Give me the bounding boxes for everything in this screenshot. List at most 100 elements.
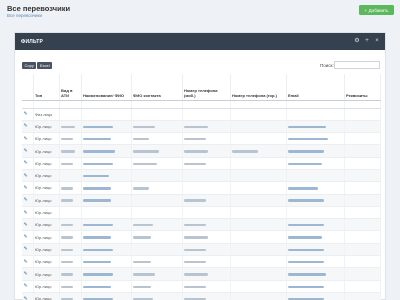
table-cell[interactable] [81,243,132,257]
column-header[interactable]: Номер телефона (гор.) [230,74,287,101]
table-cell[interactable] [81,267,132,281]
table-row[interactable]: ✎ Юр.лицо [22,218,381,232]
filter-cell[interactable] [230,100,287,109]
table-cell[interactable] [81,132,132,146]
edit-cell[interactable]: ✎ [22,267,34,281]
table-cell[interactable] [81,292,132,300]
table-row[interactable]: ✎ Физ.лицо [22,108,381,121]
table-cell[interactable] [81,230,132,244]
filter-cell[interactable] [81,100,132,109]
blurred-text [184,150,208,153]
pencil-icon[interactable]: ✎ [24,123,28,129]
edit-cell[interactable]: ✎ [22,194,34,207]
panel-header: ФИЛЬТР ⚙ + × [15,33,385,50]
filter-cell[interactable] [33,100,60,109]
table-cell[interactable] [81,218,132,232]
breadcrumb[interactable]: Все перевозчики [7,13,42,18]
blurred-text [133,162,157,165]
pencil-icon[interactable]: ✎ [24,210,28,216]
table-row[interactable]: ✎ Юр.лицо [22,255,381,269]
pencil-icon[interactable]: ✎ [24,148,28,154]
column-header[interactable]: Реквизиты [344,74,381,101]
table-cell [286,120,345,134]
pencil-icon[interactable]: ✎ [24,185,28,191]
table-cell[interactable] [81,144,132,158]
table-row[interactable]: ✎ Юр.лицо [22,292,381,300]
blurred-text [288,199,324,202]
filter-cell[interactable] [286,100,345,109]
type-cell: Юр.лицо [33,218,60,232]
table-cell[interactable] [81,157,132,170]
filter-cell[interactable] [182,100,231,109]
pencil-icon[interactable]: ✎ [24,246,28,252]
add-carrier-button[interactable]: + Добавить [359,5,394,15]
filter-cell[interactable] [131,100,183,109]
table-row[interactable]: ✎ Юр.лицо [22,280,381,293]
plus-icon[interactable]: + [364,37,370,45]
copy-button[interactable]: Copy [22,62,37,69]
table-row[interactable]: ✎ Юр.лицо [22,194,381,207]
table-row[interactable]: ✎ Юр.лицо [22,206,381,220]
pencil-icon[interactable]: ✎ [24,296,28,300]
table-cell[interactable] [81,206,132,220]
column-header[interactable]: Вид в АТИ [59,74,82,101]
table-row[interactable]: ✎ Юр.лицо [22,230,381,244]
table-cell[interactable] [81,181,132,195]
edit-cell[interactable]: ✎ [22,230,34,244]
table-cell[interactable] [81,255,132,269]
edit-cell[interactable]: ✎ [22,206,34,220]
edit-cell[interactable]: ✎ [22,108,34,121]
edit-cell[interactable]: ✎ [22,280,34,293]
column-header[interactable]: Тип [33,74,60,101]
blurred-text [61,285,73,288]
pencil-icon[interactable]: ✎ [24,173,28,179]
pencil-icon[interactable]: ✎ [24,160,28,166]
column-header[interactable]: Номер телефона (моб.) [182,74,231,101]
pencil-icon[interactable]: ✎ [24,259,28,265]
pencil-icon[interactable]: ✎ [24,197,28,203]
column-header[interactable]: ФИО контакта [131,74,183,101]
edit-cell[interactable]: ✎ [22,144,34,158]
blurred-text [133,125,155,129]
filter-cell[interactable] [22,100,34,109]
filter-cell[interactable] [59,100,82,109]
pencil-icon[interactable]: ✎ [24,111,28,117]
edit-cell[interactable]: ✎ [22,292,34,300]
close-icon[interactable]: × [374,37,380,45]
edit-cell[interactable]: ✎ [22,218,34,232]
pencil-icon[interactable]: ✎ [24,234,28,240]
table-cell[interactable] [81,108,132,121]
search-input[interactable] [334,61,380,69]
filter-cell[interactable] [344,100,381,109]
gear-icon[interactable]: ⚙ [354,37,360,45]
edit-cell[interactable]: ✎ [22,255,34,269]
table-row[interactable]: ✎ Юр.лицо [22,157,381,170]
column-header[interactable] [22,74,34,101]
edit-cell[interactable]: ✎ [22,181,34,195]
column-header[interactable]: Email [286,74,345,101]
table-row[interactable]: ✎ Юр.лицо [22,169,381,183]
table-cell[interactable] [81,280,132,293]
table-row[interactable]: ✎ Юр.лицо [22,243,381,257]
table-row[interactable]: ✎ Юр.лицо [22,181,381,195]
edit-cell[interactable]: ✎ [22,169,34,183]
edit-cell[interactable]: ✎ [22,132,34,146]
add-button-label: Добавить [368,7,389,13]
edit-cell[interactable]: ✎ [22,120,34,134]
table-cell[interactable] [81,194,132,207]
table-row[interactable]: ✎ Юр.лицо [22,132,381,146]
blurred-text [83,137,111,141]
table-row[interactable]: ✎ Юр.лицо [22,144,381,158]
column-header[interactable]: Наименование/ ФИО [81,74,132,101]
excel-button[interactable]: Excel [37,62,53,69]
edit-cell[interactable]: ✎ [22,157,34,170]
pencil-icon[interactable]: ✎ [24,136,28,142]
pencil-icon[interactable]: ✎ [24,222,28,228]
table-cell[interactable] [81,120,132,134]
table-row[interactable]: ✎ Юр.лицо [22,120,381,134]
table-cell[interactable] [81,169,132,183]
table-row[interactable]: ✎ Юр.лицо [22,267,381,281]
edit-cell[interactable]: ✎ [22,243,34,257]
pencil-icon[interactable]: ✎ [24,283,28,289]
pencil-icon[interactable]: ✎ [24,271,28,277]
